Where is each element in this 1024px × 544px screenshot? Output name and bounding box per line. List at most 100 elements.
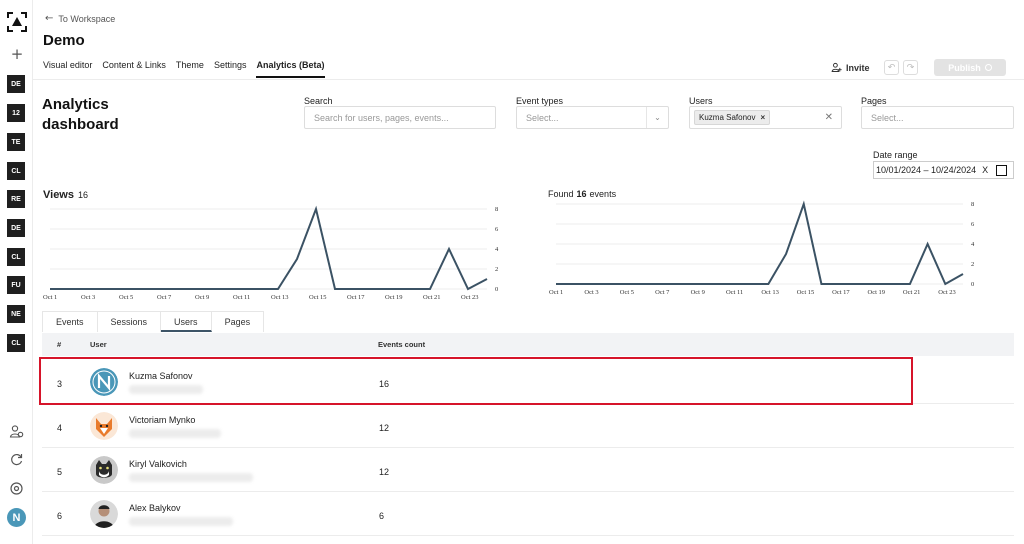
date-range-input[interactable]: 10/01/2024 – 10/24/2024 X [873,161,1014,179]
page-title: Demo [43,32,85,49]
tab-analytics[interactable]: Analytics (Beta) [256,60,325,78]
user-name: Kiryl Valkovich [129,459,187,469]
search-placeholder: Search for users, pages, events... [314,112,449,123]
views-count: 16 [78,190,89,200]
calendar-icon[interactable] [996,164,1008,176]
table-row[interactable]: 4 Victoriam Mynko 12 [42,404,1014,448]
users-select[interactable]: Kuzma Safonov × ✕ [689,106,842,129]
table-row[interactable]: 6 Alex Balykov 6 [42,492,1014,536]
search-input[interactable]: Search for users, pages, events... [304,106,496,129]
events-count: 12 [379,423,390,433]
redo-icon: ↷ [906,62,915,73]
project-badge-te[interactable]: TE [7,133,25,151]
x-tick-label: Oct 5 [119,294,133,301]
pages-label: Pages [861,96,887,106]
x-tick-label: Oct 21 [903,289,921,296]
invite-button[interactable]: Invite [831,62,870,73]
avatar [90,500,118,528]
project-badge-ne[interactable]: NE [7,305,25,323]
remove-chip-icon[interactable]: × [760,113,765,122]
refresh-icon[interactable] [9,452,24,467]
user-chip-label: Kuzma Safonov [699,113,756,122]
x-tick-label: Oct 17 [347,294,365,301]
back-to-workspace-link[interactable]: ← To Workspace [45,13,115,24]
tab-pages[interactable]: Pages [212,312,264,332]
dashboard-title: Analytics dashboard [42,96,119,133]
row-index: 6 [57,511,63,521]
event-types-placeholder: Select... [526,112,559,123]
column-events-count: Events count [378,340,426,349]
publish-label: Publish [948,62,981,73]
date-range-label: Date range [873,150,918,160]
tab-settings[interactable]: Settings [214,60,247,78]
project-badge-re[interactable]: RE [7,190,25,208]
status-dot-icon [984,64,992,71]
table-tabs: Events Sessions Users Pages [42,311,265,332]
column-user: User [90,340,107,349]
fox-avatar-icon [90,412,118,440]
project-badge-de[interactable]: DE [7,75,25,93]
project-badge-cl[interactable]: CL [7,162,25,180]
x-tick-label: Oct 1 [43,294,57,301]
redo-button[interactable]: ↷ [903,60,918,75]
x-tick-label: Oct 15 [797,289,815,296]
tab-users[interactable]: Users [161,312,212,332]
project-badge-cl[interactable]: CL [7,334,25,352]
pages-placeholder: Select... [871,112,904,123]
editor-tabs: Visual editor Content & Links Theme Sett… [43,60,325,78]
x-tick-label: Oct 11 [233,294,250,301]
views-chart: 0 2 4 6 8 Oct 1 Oct 3 Oct 5 Oct 7 Oct 9 Oct 11 Oct … [43,205,499,301]
y-tick-label: 2 [971,261,974,268]
project-badge-cl[interactable]: CL [7,248,25,266]
user-avatar[interactable]: N [7,508,26,527]
project-badge-fu[interactable]: FU [7,276,25,294]
x-tick-label: Oct 13 [761,289,779,296]
users-label: Users [689,96,713,106]
event-types-select[interactable]: Select... ⌄ [516,106,669,129]
project-badge-de[interactable]: DE [7,219,25,237]
table-header: # User Events count [42,333,1014,356]
y-tick-label: 0 [495,286,498,293]
events-count: 12 [379,467,390,477]
x-tick-label: Oct 23 [461,294,479,301]
back-label: To Workspace [58,13,116,24]
event-types-label: Event types [516,96,564,106]
clear-users-icon[interactable]: ✕ [825,112,833,123]
add-project-icon[interactable]: + [9,46,25,62]
tab-events[interactable]: Events [43,312,98,332]
cat-avatar-icon [90,456,118,484]
user-chip: Kuzma Safonov × [694,110,771,125]
settings-icon[interactable] [9,481,24,496]
search-label: Search [304,96,333,106]
x-tick-label: Oct 19 [868,289,886,296]
row-index: 5 [57,467,63,477]
x-tick-label: Oct 15 [309,294,327,301]
invite-icon [831,62,842,73]
table-row[interactable]: 5 Kiryl Valkovich 12 [42,448,1014,492]
clear-date-icon[interactable]: X [982,165,988,175]
tab-sessions[interactable]: Sessions [98,312,162,332]
app-logo-icon[interactable] [7,12,27,32]
y-tick-label: 4 [495,246,499,253]
views-label: Views [43,189,74,201]
column-index: # [57,340,62,349]
pages-select[interactable]: Select... [861,106,1014,129]
views-title: Views 16 [43,189,88,201]
project-badge-12[interactable]: 12 [7,104,25,122]
y-tick-label: 0 [971,281,974,288]
user-email-redacted [129,517,233,526]
x-tick-label: Oct 13 [271,294,289,301]
tab-visual-editor[interactable]: Visual editor [43,60,92,78]
events-count: 6 [379,511,385,521]
y-tick-label: 8 [495,206,498,213]
x-tick-label: Oct 21 [423,294,441,301]
x-tick-label: Oct 5 [620,289,634,296]
publish-button[interactable]: Publish [934,59,1006,76]
undo-button[interactable]: ↶ [884,60,899,75]
user-email-redacted [129,429,221,438]
highlight-box [39,357,913,405]
tab-theme[interactable]: Theme [176,60,204,78]
header-divider [33,79,1024,80]
users-icon[interactable] [9,424,24,439]
tab-content-links[interactable]: Content & Links [102,60,166,78]
